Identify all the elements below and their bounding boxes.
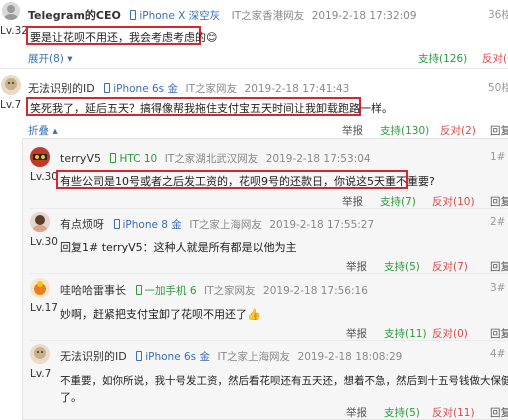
user-avatar-icon <box>33 215 47 232</box>
divider <box>30 208 508 209</box>
phone-icon <box>110 153 117 163</box>
username[interactable]: 无法识别的ID <box>28 82 95 95</box>
username[interactable]: 无法识别的ID <box>60 350 127 363</box>
username[interactable]: 有点烦呀 <box>60 218 104 231</box>
source-label: IT之家网友 <box>204 285 256 297</box>
username[interactable]: 哇哈哈雷事长 <box>60 284 126 297</box>
user-level: Lv.17 <box>30 302 58 314</box>
timestamp: 2019-2-18 17:55:27 <box>269 219 375 231</box>
support-button[interactable]: 支持(7) <box>380 194 416 209</box>
report-button[interactable]: 举报 <box>342 123 363 138</box>
support-button[interactable]: 支持(11) <box>384 326 427 341</box>
expand-replies-link[interactable]: 展开(8) ▾ <box>28 51 73 66</box>
phone-icon <box>104 83 111 93</box>
floor-number: 36楼 <box>488 9 508 21</box>
support-button[interactable]: 支持(130) <box>380 123 429 138</box>
avatar[interactable] <box>30 278 50 298</box>
user-level: Lv.7 <box>0 99 22 111</box>
chevron-down-icon: ▾ <box>67 53 73 65</box>
phone-icon <box>113 219 120 229</box>
avatar[interactable] <box>30 212 50 232</box>
collapse-replies-link[interactable]: 折叠 ▴ <box>28 123 58 138</box>
phone-icon <box>136 351 143 361</box>
reply-button[interactable]: 回复 <box>490 259 508 274</box>
device-label: iPhone 6s 金 <box>145 351 210 363</box>
avatar[interactable] <box>2 2 20 20</box>
reply-content: 妙啊，赶紧把支付宝卸了花呗不用还了👍 <box>60 308 261 321</box>
reply-button[interactable]: 回复 <box>490 123 508 138</box>
floor-number: 2# <box>490 216 506 228</box>
reply-header: 哇哈哈雷事长 一加手机 6 IT之家网友 2019-2-18 17:56:16 <box>60 282 368 298</box>
device-label: iPhone 8 金 <box>122 219 182 231</box>
source-label: IT之家上海网友 <box>189 219 262 231</box>
comment-content: 要是让花呗不用还，我会考虑考虑的😊 <box>30 31 218 44</box>
user-level: Lv.30 <box>30 171 58 183</box>
username[interactable]: terryV5 <box>60 152 101 165</box>
floor-number: 50楼 <box>488 82 508 94</box>
device-label: iPhone 6s 金 <box>113 83 178 95</box>
divider <box>0 68 508 69</box>
oppose-button[interactable]: 反对(0) <box>432 326 468 341</box>
avatar[interactable] <box>1 75 21 95</box>
reply-header: 无法识别的ID iPhone 6s 金 IT之家上海网友 2019-2-18 1… <box>60 348 402 364</box>
avatar[interactable] <box>30 344 50 364</box>
report-button[interactable]: 举报 <box>346 405 367 420</box>
report-button[interactable]: 举报 <box>342 194 363 209</box>
user-level: Lv.32 <box>0 25 28 37</box>
floor-number: 4# <box>490 348 506 360</box>
phone-icon <box>130 10 137 20</box>
avatar[interactable] <box>30 147 50 167</box>
reply-header: terryV5 HTC 10 IT之家湖北武汉网友 2019-2-18 17:5… <box>60 151 371 166</box>
user-avatar-icon <box>4 5 18 20</box>
reply-button[interactable]: 回复 <box>490 405 508 420</box>
divider <box>30 273 508 274</box>
reply-content: 有些公司是10号或者之后发工资的，花呗9号的还款日，你说这5天重不重要? <box>60 175 435 188</box>
support-button[interactable]: 支持(126) <box>418 51 467 66</box>
device-label: 一加手机 6 <box>144 285 197 297</box>
oppose-button[interactable]: 反对(7) <box>432 259 468 274</box>
user-avatar-icon <box>34 281 46 295</box>
device-label: HTC 10 <box>119 153 158 165</box>
support-button[interactable]: 支持(5) <box>384 259 420 274</box>
timestamp: 2019-2-18 17:53:04 <box>265 153 371 165</box>
report-button[interactable]: 举报 <box>346 259 367 274</box>
reply-button[interactable]: 回复 <box>490 194 508 209</box>
user-avatar-icon <box>34 347 46 359</box>
user-avatar-icon <box>33 154 47 160</box>
username[interactable]: Telegram的CEO <box>28 9 121 22</box>
user-level: Lv.30 <box>30 236 58 248</box>
floor-number: 3# <box>490 282 506 294</box>
oppose-button[interactable]: 反对(2) <box>440 123 476 138</box>
phone-icon <box>135 285 142 295</box>
floor-number: 1# <box>490 151 506 163</box>
reply-content-line-2: 了。 <box>60 391 82 404</box>
source-label: IT之家上海网友 <box>217 351 291 363</box>
reply-content: 回复1# terryV5：这种人就是所有都是以他为主 <box>60 241 297 254</box>
comment-header: 无法识别的ID iPhone 6s 金 IT之家网友 2019-2-18 17:… <box>28 80 349 96</box>
comment-header: Telegram的CEO iPhone X 深空灰 IT之家香港网友 2019-… <box>28 7 417 23</box>
user-avatar-icon <box>5 78 17 90</box>
timestamp: 2019-2-18 17:32:09 <box>311 10 417 22</box>
timestamp: 2019-2-18 17:41:43 <box>244 83 350 95</box>
reply-button[interactable]: 回复 <box>490 326 508 341</box>
oppose-button[interactable]: 反对(0 <box>482 51 508 66</box>
device-label: iPhone X 深空灰 <box>139 10 221 22</box>
user-level: Lv.7 <box>30 368 52 380</box>
source-label: IT之家网友 <box>185 83 238 95</box>
oppose-button[interactable]: 反对(10) <box>432 194 475 209</box>
timestamp: 2019-2-18 18:08:29 <box>297 351 403 363</box>
timestamp: 2019-2-18 17:56:16 <box>263 285 368 297</box>
reply-header: 有点烦呀 iPhone 8 金 IT之家上海网友 2019-2-18 17:55… <box>60 216 374 232</box>
source-label: IT之家香港网友 <box>231 10 305 22</box>
report-button[interactable]: 举报 <box>346 326 367 341</box>
reply-content-line-1: 不重要，如你所说，我十号发工资，然后看花呗还有五天还，想着不急，然后到十五号钱做… <box>60 375 508 387</box>
source-label: IT之家湖北武汉网友 <box>164 153 259 165</box>
oppose-button[interactable]: 反对(11) <box>432 405 475 420</box>
support-button[interactable]: 支持(5) <box>384 405 420 420</box>
comment-content: 笑死我了，延后五天？搞得像帮我拖住支付宝五天时间让我卸载跑路一样。 <box>30 102 393 115</box>
divider <box>30 340 508 341</box>
chevron-up-icon: ▴ <box>52 125 58 137</box>
